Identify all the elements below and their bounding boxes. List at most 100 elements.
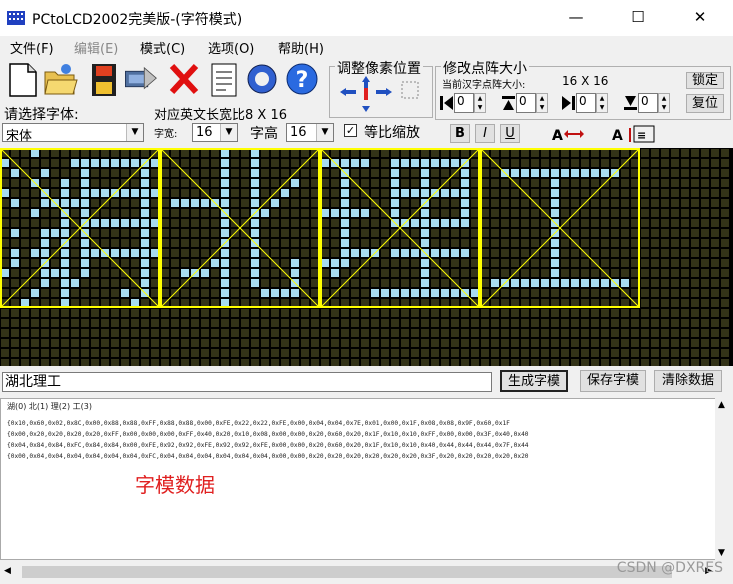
matrix-pixel[interactable] bbox=[551, 169, 559, 177]
matrix-pixel[interactable] bbox=[351, 329, 359, 337]
matrix-pixel[interactable] bbox=[561, 329, 569, 337]
matrix-pixel[interactable] bbox=[491, 329, 499, 337]
matrix-pixel[interactable] bbox=[11, 349, 19, 357]
matrix-pixel[interactable] bbox=[531, 169, 539, 177]
matrix-pixel[interactable] bbox=[661, 219, 669, 227]
matrix-pixel[interactable] bbox=[371, 169, 379, 177]
matrix-pixel[interactable] bbox=[151, 239, 159, 247]
matrix-pixel[interactable] bbox=[691, 269, 699, 277]
matrix-pixel[interactable] bbox=[611, 339, 619, 347]
matrix-pixel[interactable] bbox=[41, 199, 49, 207]
matrix-pixel[interactable] bbox=[141, 219, 149, 227]
matrix-pixel[interactable] bbox=[151, 179, 159, 187]
matrix-pixel[interactable] bbox=[21, 319, 29, 327]
matrix-pixel[interactable] bbox=[441, 159, 449, 167]
matrix-pixel[interactable] bbox=[311, 209, 319, 217]
matrix-pixel[interactable] bbox=[471, 279, 479, 287]
matrix-pixel[interactable] bbox=[361, 289, 369, 297]
matrix-pixel[interactable] bbox=[561, 259, 569, 267]
matrix-pixel[interactable] bbox=[391, 319, 399, 327]
scroll-up-icon[interactable]: ▲ bbox=[718, 400, 725, 410]
matrix-pixel[interactable] bbox=[491, 189, 499, 197]
matrix-pixel[interactable] bbox=[381, 339, 389, 347]
matrix-pixel[interactable] bbox=[271, 289, 279, 297]
matrix-pixel[interactable] bbox=[601, 169, 609, 177]
matrix-pixel[interactable] bbox=[411, 179, 419, 187]
matrix-pixel[interactable] bbox=[381, 199, 389, 207]
matrix-pixel[interactable] bbox=[291, 229, 299, 237]
matrix-pixel[interactable] bbox=[641, 349, 649, 357]
matrix-pixel[interactable] bbox=[601, 329, 609, 337]
matrix-pixel[interactable] bbox=[81, 239, 89, 247]
matrix-pixel[interactable] bbox=[671, 279, 679, 287]
matrix-pixel[interactable] bbox=[151, 359, 159, 366]
matrix-pixel[interactable] bbox=[371, 189, 379, 197]
matrix-pixel[interactable] bbox=[541, 189, 549, 197]
matrix-pixel[interactable] bbox=[401, 159, 409, 167]
matrix-pixel[interactable] bbox=[421, 209, 429, 217]
matrix-pixel[interactable] bbox=[171, 299, 179, 307]
matrix-pixel[interactable] bbox=[651, 259, 659, 267]
matrix-pixel[interactable] bbox=[161, 339, 169, 347]
matrix-pixel[interactable] bbox=[171, 269, 179, 277]
matrix-pixel[interactable] bbox=[281, 329, 289, 337]
matrix-pixel[interactable] bbox=[541, 259, 549, 267]
matrix-pixel[interactable] bbox=[551, 249, 559, 257]
matrix-pixel[interactable] bbox=[451, 359, 459, 366]
matrix-pixel[interactable] bbox=[331, 319, 339, 327]
matrix-pixel[interactable] bbox=[471, 169, 479, 177]
matrix-pixel[interactable] bbox=[551, 209, 559, 217]
matrix-pixel[interactable] bbox=[421, 229, 429, 237]
matrix-pixel[interactable] bbox=[201, 169, 209, 177]
matrix-pixel[interactable] bbox=[441, 309, 449, 317]
matrix-pixel[interactable] bbox=[441, 359, 449, 366]
matrix-pixel[interactable] bbox=[71, 189, 79, 197]
matrix-pixel[interactable] bbox=[391, 149, 399, 157]
italic-button[interactable]: I bbox=[475, 124, 495, 143]
matrix-pixel[interactable] bbox=[11, 309, 19, 317]
matrix-pixel[interactable] bbox=[171, 309, 179, 317]
matrix-pixel[interactable] bbox=[251, 279, 259, 287]
matrix-pixel[interactable] bbox=[601, 159, 609, 167]
matrix-pixel[interactable] bbox=[101, 299, 109, 307]
matrix-pixel[interactable] bbox=[581, 349, 589, 357]
matrix-pixel[interactable] bbox=[691, 339, 699, 347]
matrix-pixel[interactable] bbox=[451, 329, 459, 337]
matrix-pixel[interactable] bbox=[351, 339, 359, 347]
matrix-pixel[interactable] bbox=[491, 319, 499, 327]
matrix-pixel[interactable] bbox=[681, 189, 689, 197]
matrix-pixel[interactable] bbox=[31, 259, 39, 267]
matrix-pixel[interactable] bbox=[281, 239, 289, 247]
matrix-pixel[interactable] bbox=[351, 159, 359, 167]
matrix-pixel[interactable] bbox=[421, 159, 429, 167]
matrix-pixel[interactable] bbox=[351, 189, 359, 197]
matrix-pixel[interactable] bbox=[721, 219, 729, 227]
matrix-pixel[interactable] bbox=[131, 259, 139, 267]
matrix-pixel[interactable] bbox=[61, 179, 69, 187]
matrix-pixel[interactable] bbox=[641, 329, 649, 337]
new-file-icon[interactable] bbox=[4, 60, 40, 98]
matrix-pixel[interactable] bbox=[431, 179, 439, 187]
matrix-pixel[interactable] bbox=[501, 259, 509, 267]
matrix-pixel[interactable] bbox=[441, 339, 449, 347]
matrix-pixel[interactable] bbox=[161, 359, 169, 366]
matrix-pixel[interactable] bbox=[171, 279, 179, 287]
matrix-pixel[interactable] bbox=[501, 349, 509, 357]
matrix-pixel[interactable] bbox=[241, 169, 249, 177]
matrix-pixel[interactable] bbox=[351, 209, 359, 217]
matrix-pixel[interactable] bbox=[611, 229, 619, 237]
matrix-pixel[interactable] bbox=[401, 249, 409, 257]
matrix-pixel[interactable] bbox=[101, 309, 109, 317]
matrix-pixel[interactable] bbox=[441, 319, 449, 327]
matrix-pixel[interactable] bbox=[661, 329, 669, 337]
matrix-pixel[interactable] bbox=[111, 289, 119, 297]
matrix-pixel[interactable] bbox=[681, 349, 689, 357]
matrix-pixel[interactable] bbox=[371, 359, 379, 366]
matrix-pixel[interactable] bbox=[431, 149, 439, 157]
matrix-pixel[interactable] bbox=[211, 309, 219, 317]
matrix-pixel[interactable] bbox=[361, 269, 369, 277]
matrix-pixel[interactable] bbox=[451, 339, 459, 347]
matrix-pixel[interactable] bbox=[621, 229, 629, 237]
matrix-pixel[interactable] bbox=[581, 329, 589, 337]
matrix-pixel[interactable] bbox=[441, 279, 449, 287]
